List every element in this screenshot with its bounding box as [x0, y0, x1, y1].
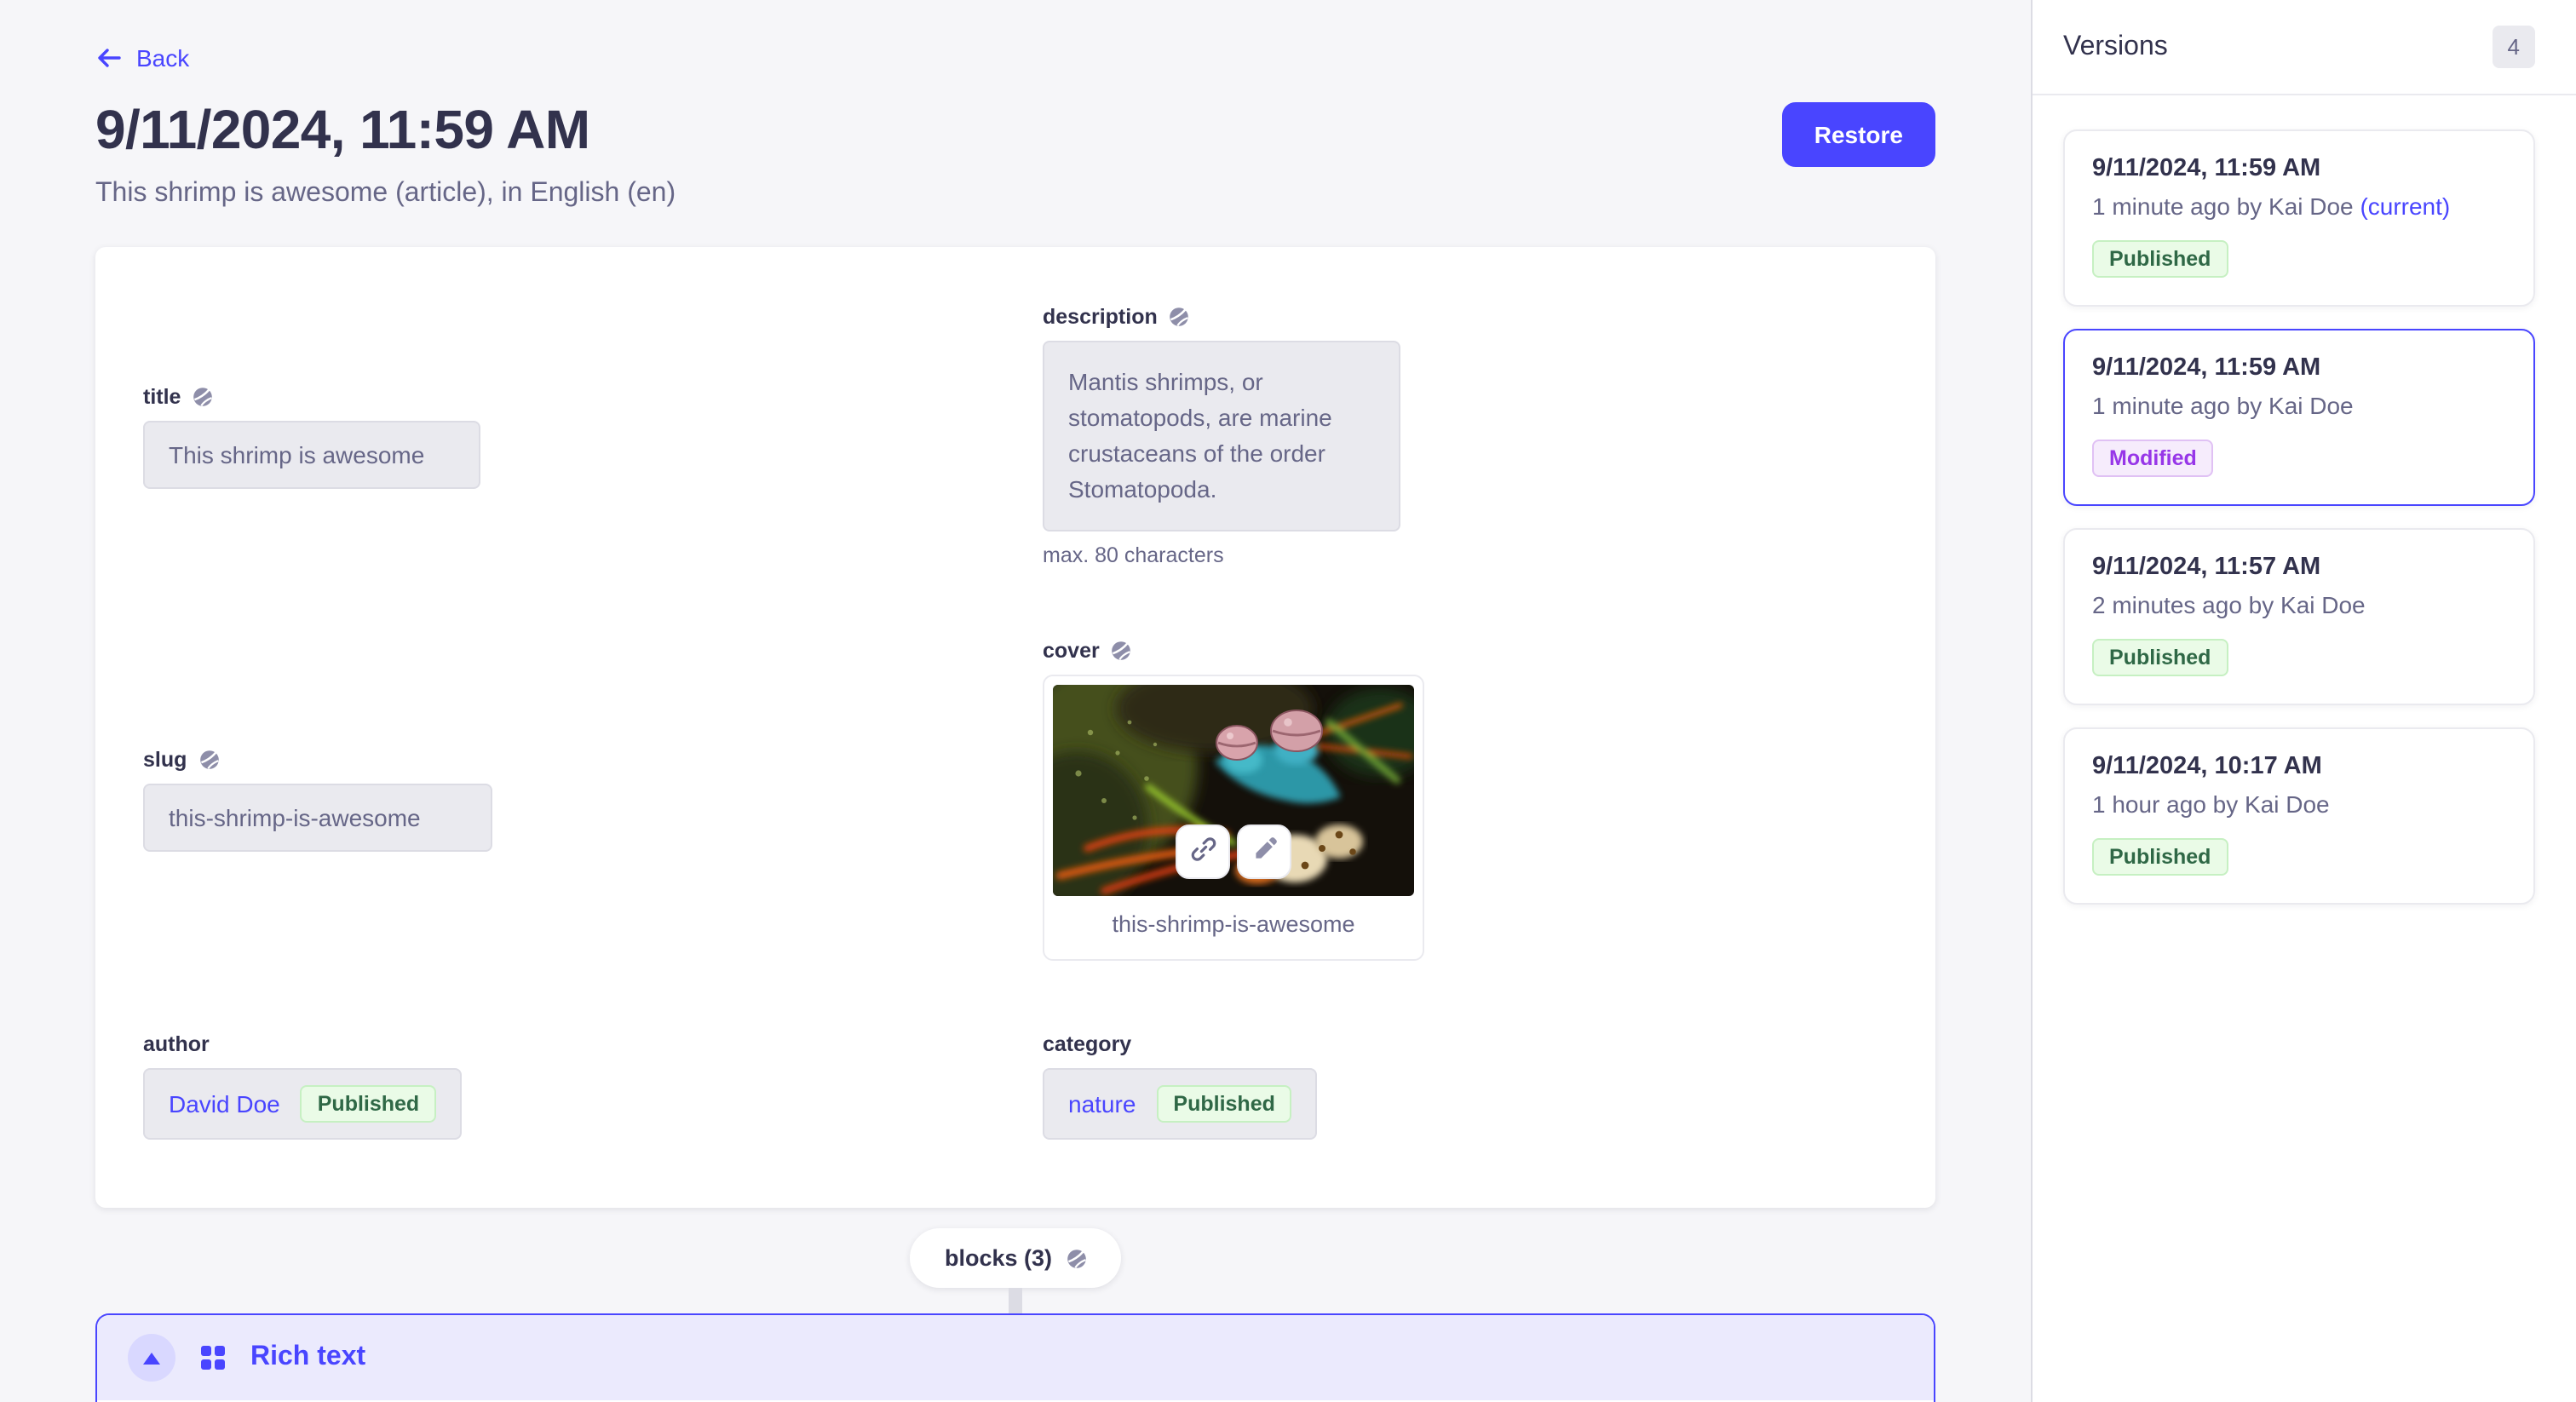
globe-icon [1066, 1248, 1086, 1268]
description-label: description [1043, 305, 1158, 329]
page-title: 9/11/2024, 11:59 AM [95, 99, 676, 162]
title-input: This shrimp is awesome [143, 420, 480, 488]
collapse-button[interactable] [128, 1334, 175, 1382]
author-status-badge: Published [301, 1085, 436, 1123]
slug-input: this-shrimp-is-awesome [143, 784, 492, 852]
category-status-badge: Published [1156, 1085, 1291, 1123]
version-card[interactable]: 9/11/2024, 11:59 AM 1 minute ago by Kai … [2063, 329, 2535, 506]
category-relation: nature Published [1043, 1068, 1318, 1140]
field-title: title This shrimp is awesome [143, 384, 975, 488]
slug-label: slug [143, 748, 187, 772]
version-meta: 1 minute ago by Kai Doe (current) [2092, 192, 2506, 220]
version-status-badge: Published [2092, 639, 2228, 676]
copy-link-button[interactable] [1176, 825, 1230, 879]
version-history-page: Back 9/11/2024, 11:59 AM This shrimp is … [0, 0, 2576, 1402]
back-label: Back [136, 44, 189, 72]
blocks-pill: blocks (3) [911, 1228, 1120, 1288]
globe-icon [198, 750, 219, 770]
field-slug: slug this-shrimp-is-awesome [143, 748, 975, 852]
page-subtitle: This shrimp is awesome (article), in Eng… [95, 179, 676, 210]
cover-label: cover [1043, 639, 1100, 663]
pencil-icon [1251, 836, 1278, 868]
versions-sidebar: Versions 4 9/11/2024, 11:59 AM 1 minute … [2031, 0, 2576, 1402]
version-card[interactable]: 9/11/2024, 10:17 AM 1 hour ago by Kai Do… [2063, 727, 2535, 905]
version-date: 9/11/2024, 10:17 AM [2092, 753, 2506, 780]
back-link[interactable]: Back [95, 44, 189, 72]
version-date: 9/11/2024, 11:57 AM [2092, 554, 2506, 581]
edit-button[interactable] [1237, 825, 1291, 879]
version-status-badge: Modified [2092, 440, 2214, 477]
version-meta: 1 hour ago by Kai Doe [2092, 790, 2506, 818]
version-status-badge: Published [2092, 838, 2228, 876]
author-relation: David Doe Published [143, 1068, 462, 1140]
field-category: category nature Published [1043, 1032, 1874, 1140]
author-label: author [143, 1032, 210, 1056]
dynamic-zone: blocks (3) [95, 1228, 1935, 1313]
version-fields-card: title This shrimp is awesome description… [95, 247, 1935, 1208]
connector-line [1009, 1288, 1022, 1313]
title-label: title [143, 384, 181, 408]
cover-actions [1176, 825, 1291, 879]
globe-icon [193, 386, 213, 406]
blocks-pill-label: blocks (3) [945, 1245, 1052, 1271]
author-link[interactable]: David Doe [169, 1090, 280, 1118]
version-status-badge: Published [2092, 240, 2228, 278]
component-grid-icon [201, 1346, 225, 1370]
version-meta: 1 minute ago by Kai Doe [2092, 392, 2506, 419]
version-meta: 2 minutes ago by Kai Doe [2092, 591, 2506, 618]
version-current-tag: (current) [2360, 192, 2450, 220]
version-list: 9/11/2024, 11:59 AM 1 minute ago by Kai … [2033, 95, 2576, 939]
description-textarea: Mantis shrimps, or stomatopods, are mari… [1043, 341, 1400, 531]
rich-text-title: Rich text [250, 1342, 365, 1373]
category-label: category [1043, 1032, 1131, 1056]
version-card[interactable]: 9/11/2024, 11:59 AM 1 minute ago by Kai … [2063, 129, 2535, 307]
link-icon [1188, 835, 1217, 869]
arrow-left-icon [95, 44, 123, 72]
version-date: 9/11/2024, 11:59 AM [2092, 155, 2506, 182]
cover-filename: this-shrimp-is-awesome [1053, 896, 1414, 951]
versions-header: Versions 4 [2033, 0, 2576, 95]
page-header: 9/11/2024, 11:59 AM This shrimp is aweso… [95, 99, 1935, 210]
globe-icon [1112, 641, 1132, 661]
version-date: 9/11/2024, 11:59 AM [2092, 354, 2506, 382]
rich-text-header[interactable]: Rich text [97, 1315, 1934, 1400]
field-author: author David Doe Published [143, 1032, 975, 1140]
versions-count-badge: 4 [2493, 26, 2535, 68]
version-card[interactable]: 9/11/2024, 11:57 AM 2 minutes ago by Kai… [2063, 528, 2535, 705]
field-description: description Mantis shrimps, or stomatopo… [1043, 305, 1874, 567]
main-content: Back 9/11/2024, 11:59 AM This shrimp is … [0, 0, 2031, 1402]
rich-text-component: Rich text body [95, 1313, 1935, 1402]
description-hint: max. 80 characters [1043, 543, 1874, 567]
field-cover: cover [1043, 639, 1874, 961]
restore-button[interactable]: Restore [1782, 102, 1935, 167]
cover-image [1053, 685, 1414, 896]
globe-icon [1170, 307, 1190, 327]
cover-asset-card: this-shrimp-is-awesome [1043, 675, 1424, 961]
chevron-up-icon [143, 1352, 160, 1364]
versions-title: Versions [2063, 32, 2168, 62]
category-link[interactable]: nature [1068, 1090, 1136, 1118]
